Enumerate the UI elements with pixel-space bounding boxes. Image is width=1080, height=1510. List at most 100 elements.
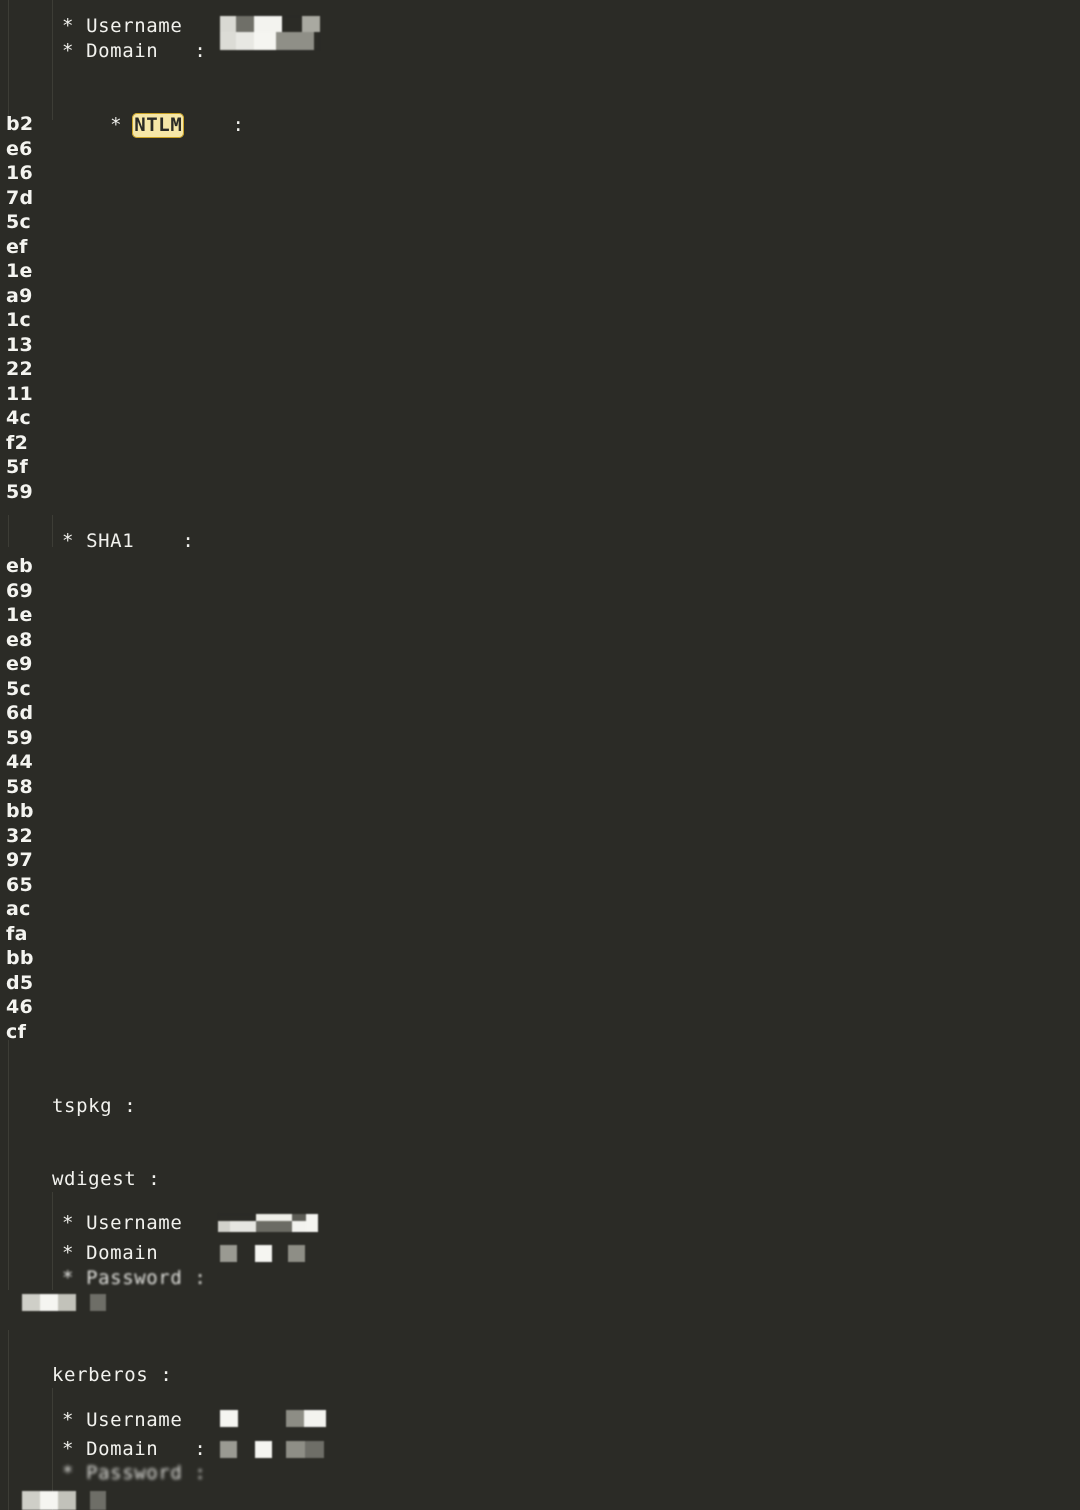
hash-byte: e8 bbox=[6, 628, 33, 651]
mosaic-cell bbox=[255, 1441, 272, 1458]
indent-guide-level2 bbox=[52, 515, 53, 547]
bullet-star: * bbox=[110, 114, 135, 136]
indent-guide-level2 bbox=[52, 1192, 53, 1290]
mosaic-cell bbox=[58, 1491, 76, 1510]
terminal-screen: * Username * Domain : * NTLM : b2 e6 16 7d 5… bbox=[0, 0, 1080, 1510]
mosaic-cell bbox=[314, 32, 320, 50]
mosaic-cell bbox=[286, 1410, 304, 1427]
wdigest-password-label: * Password : bbox=[62, 1267, 207, 1289]
hash-byte: 65 bbox=[6, 873, 34, 896]
mosaic-cell bbox=[22, 1294, 40, 1311]
hash-byte: bb bbox=[6, 947, 34, 969]
hash-byte: 1c bbox=[6, 309, 32, 331]
package-name-wdigest: wdigest : bbox=[52, 1168, 161, 1190]
hash-byte: 6d bbox=[6, 702, 34, 724]
redacted-username-value bbox=[220, 16, 320, 50]
mosaic-cell bbox=[220, 32, 236, 50]
msv-username-label: * Username bbox=[62, 15, 183, 37]
hash-byte: 97 bbox=[6, 849, 34, 871]
ntlm-hash-bytes: b2 e6 16 7d 5c ef 1e a9 1c 13 22 11 4c f2 5f 59 bbox=[6, 112, 33, 504]
indent-guide-level1 bbox=[8, 1330, 9, 1510]
hash-byte: d5 bbox=[6, 971, 34, 994]
mosaic-cell bbox=[40, 1491, 58, 1510]
hash-byte: 59 bbox=[6, 726, 34, 749]
mosaic-cell bbox=[236, 32, 254, 50]
hash-byte: fa bbox=[6, 922, 28, 945]
mosaic-cell bbox=[230, 1214, 256, 1221]
mosaic-cell bbox=[282, 16, 302, 32]
wdigest-domain-label: * Domain bbox=[62, 1242, 183, 1264]
mosaic-cell bbox=[40, 1294, 58, 1311]
msv-domain-label: * Domain : bbox=[62, 40, 207, 62]
hash-byte: 46 bbox=[6, 996, 34, 1018]
mosaic-cell bbox=[304, 1410, 326, 1427]
mosaic-cell bbox=[302, 16, 320, 32]
msv-sha1-label: * SHA1 : bbox=[62, 530, 195, 552]
kerberos-username-label: * Username bbox=[62, 1409, 183, 1431]
mosaic-cell bbox=[220, 1245, 237, 1262]
indent-guide-level2 bbox=[52, 0, 53, 120]
msv-ntlm-line: * NTLM : bbox=[62, 88, 245, 163]
hash-byte: 59 bbox=[6, 480, 34, 503]
mosaic-cell bbox=[236, 16, 254, 32]
wdigest-username-label: * Username bbox=[62, 1212, 183, 1234]
mosaic-cell bbox=[254, 16, 282, 32]
hash-byte: bb bbox=[6, 800, 34, 822]
mosaic-cell bbox=[256, 1214, 292, 1221]
mosaic-cell bbox=[220, 1410, 238, 1427]
kerberos-domain-label: * Domain : bbox=[62, 1438, 207, 1460]
indent-guide-level1 bbox=[8, 1040, 9, 1290]
hash-byte: 44 bbox=[6, 751, 34, 773]
hash-byte: ac bbox=[6, 898, 31, 920]
mosaic-cell bbox=[230, 1221, 256, 1232]
mosaic-cell bbox=[22, 1491, 40, 1510]
hash-byte: 5f bbox=[6, 456, 29, 478]
hash-byte: 1e bbox=[6, 604, 33, 626]
hash-byte: ef bbox=[6, 235, 28, 258]
hash-byte: 5c bbox=[6, 677, 32, 700]
mosaic-cell bbox=[90, 1491, 106, 1510]
hash-byte: e6 bbox=[6, 137, 33, 160]
hash-byte: e9 bbox=[6, 653, 33, 675]
mosaic-cell bbox=[255, 1245, 272, 1262]
mosaic-cell bbox=[286, 1441, 305, 1458]
hash-byte: eb bbox=[6, 555, 34, 577]
sha1-hash-bytes: eb 69 1e e8 e9 5c 6d 59 44 58 bb 32 97 65 ac fa bb d5 46 cf bbox=[6, 554, 34, 1044]
mosaic-cell bbox=[58, 1294, 76, 1311]
hash-byte: 32 bbox=[6, 824, 34, 847]
hash-byte: 69 bbox=[6, 579, 34, 602]
mosaic-cell bbox=[306, 1221, 318, 1232]
indent-guide-level1 bbox=[8, 0, 9, 120]
search-highlight-ntlm[interactable]: NTLM bbox=[132, 113, 185, 138]
hash-byte: 11 bbox=[6, 382, 34, 405]
hash-byte: b2 bbox=[6, 113, 34, 135]
hash-byte: 58 bbox=[6, 775, 34, 798]
mosaic-cell bbox=[292, 1221, 306, 1232]
mosaic-cell bbox=[305, 1441, 324, 1458]
mosaic-cell bbox=[90, 1294, 106, 1311]
hash-byte: 22 bbox=[6, 358, 34, 380]
hash-byte: 4c bbox=[6, 407, 32, 429]
hash-byte: 16 bbox=[6, 162, 34, 184]
mosaic-cell bbox=[256, 1221, 292, 1232]
hash-byte: 13 bbox=[6, 333, 34, 356]
indent-guide-level1 bbox=[8, 515, 9, 547]
mosaic-cell bbox=[218, 1214, 230, 1221]
hash-byte: f2 bbox=[6, 431, 29, 454]
hash-byte: 1e bbox=[6, 260, 33, 282]
hash-byte: 5c bbox=[6, 211, 32, 233]
redacted-username-value bbox=[218, 1214, 318, 1232]
hash-byte: cf bbox=[6, 1020, 27, 1043]
mosaic-cell bbox=[276, 32, 314, 50]
hash-byte: a9 bbox=[6, 284, 33, 307]
package-name-tspkg: tspkg : bbox=[52, 1095, 137, 1117]
mosaic-cell bbox=[218, 1221, 230, 1232]
kerberos-password-label: * Password : bbox=[62, 1462, 207, 1484]
package-name-kerberos: kerberos : bbox=[52, 1364, 173, 1386]
ntlm-colon: : bbox=[184, 114, 245, 136]
mosaic-cell bbox=[292, 1214, 306, 1221]
hash-byte: 7d bbox=[6, 186, 34, 209]
mosaic-cell bbox=[288, 1245, 305, 1262]
mosaic-cell bbox=[254, 32, 276, 50]
mosaic-cell bbox=[220, 1441, 237, 1458]
